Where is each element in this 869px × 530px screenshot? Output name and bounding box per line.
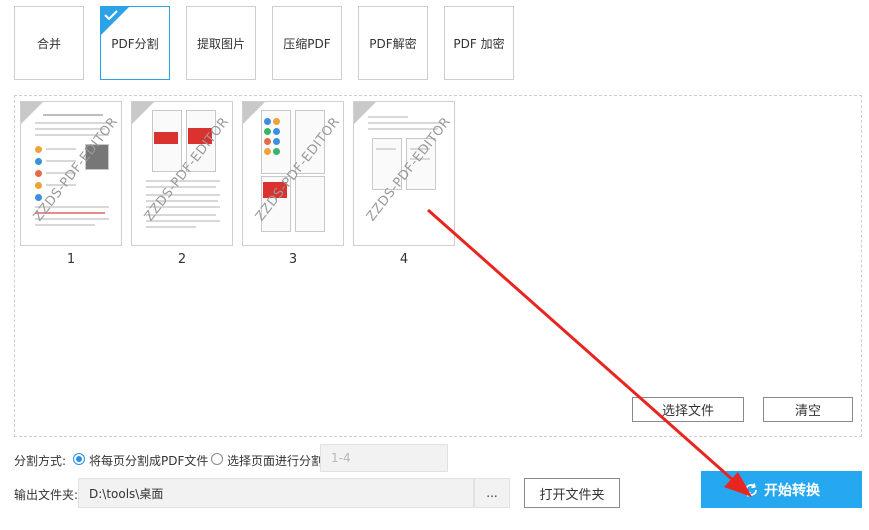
output-path-field[interactable]: D:\tools\桌面 — [78, 478, 474, 508]
refresh-icon — [745, 482, 757, 497]
browse-button[interactable]: ... — [474, 478, 510, 508]
tab-compress-pdf-label: 压缩PDF — [283, 36, 331, 51]
tab-merge-label: 合并 — [36, 36, 61, 51]
start-convert-label: 开始转换 — [764, 482, 820, 499]
tab-extract-images-label: 提取图片 — [196, 36, 245, 51]
tab-pdf-decrypt[interactable]: PDF解密 — [358, 6, 428, 80]
page-corner — [243, 102, 265, 124]
pages-panel: ZZDS-PDF-EDITOR 1 ZZDS-PDF-EDITOR 2 ZZDS… — [14, 95, 862, 437]
tab-merge[interactable]: 合并 — [14, 6, 84, 80]
tab-extract-images[interactable]: 提取图片 — [186, 6, 256, 80]
clear-button[interactable]: 清空 — [763, 397, 853, 422]
page-corner — [21, 102, 43, 124]
page-number: 1 — [66, 252, 76, 267]
start-convert-button[interactable]: 开始转换 — [701, 471, 862, 508]
page-number: 2 — [177, 252, 187, 267]
page-corner — [132, 102, 154, 124]
tab-pdf-encrypt-label: PDF 加密 — [453, 36, 505, 51]
tab-pdf-decrypt-label: PDF解密 — [369, 36, 417, 51]
open-folder-button[interactable]: 打开文件夹 — [524, 478, 620, 508]
page-preview: ZZDS-PDF-EDITOR — [20, 101, 122, 246]
page-range-input[interactable]: 1-4 — [320, 444, 448, 472]
page-number: 3 — [288, 252, 298, 267]
option-select-pages-label[interactable]: 选择页面进行分割 — [227, 452, 323, 469]
tab-compress-pdf[interactable]: 压缩PDF — [272, 6, 342, 80]
page-thumbnail-3[interactable]: ZZDS-PDF-EDITOR 3 — [242, 101, 344, 267]
page-corner — [354, 102, 376, 124]
radio-select-pages[interactable] — [211, 453, 223, 465]
select-file-button[interactable]: 选择文件 — [632, 397, 744, 422]
radio-each-page[interactable] — [73, 453, 85, 465]
output-folder-label: 输出文件夹: — [14, 488, 79, 502]
tab-pdf-split-label: PDF分割 — [111, 36, 159, 51]
tab-pdf-encrypt[interactable]: PDF 加密 — [444, 6, 514, 80]
page-preview: ZZDS-PDF-EDITOR — [353, 101, 455, 246]
option-each-page-label[interactable]: 将每页分割成PDF文件 — [89, 452, 208, 469]
split-mode-label: 分割方式: — [14, 454, 67, 468]
page-number: 4 — [399, 252, 409, 267]
page-thumbnail-2[interactable]: ZZDS-PDF-EDITOR 2 — [131, 101, 233, 267]
check-icon — [104, 10, 118, 20]
page-preview: ZZDS-PDF-EDITOR — [242, 101, 344, 246]
tab-pdf-split[interactable]: PDF分割 — [100, 6, 170, 80]
page-preview: ZZDS-PDF-EDITOR — [131, 101, 233, 246]
page-thumbnail-4[interactable]: ZZDS-PDF-EDITOR 4 — [353, 101, 455, 267]
page-thumbnail-1[interactable]: ZZDS-PDF-EDITOR 1 — [20, 101, 122, 267]
